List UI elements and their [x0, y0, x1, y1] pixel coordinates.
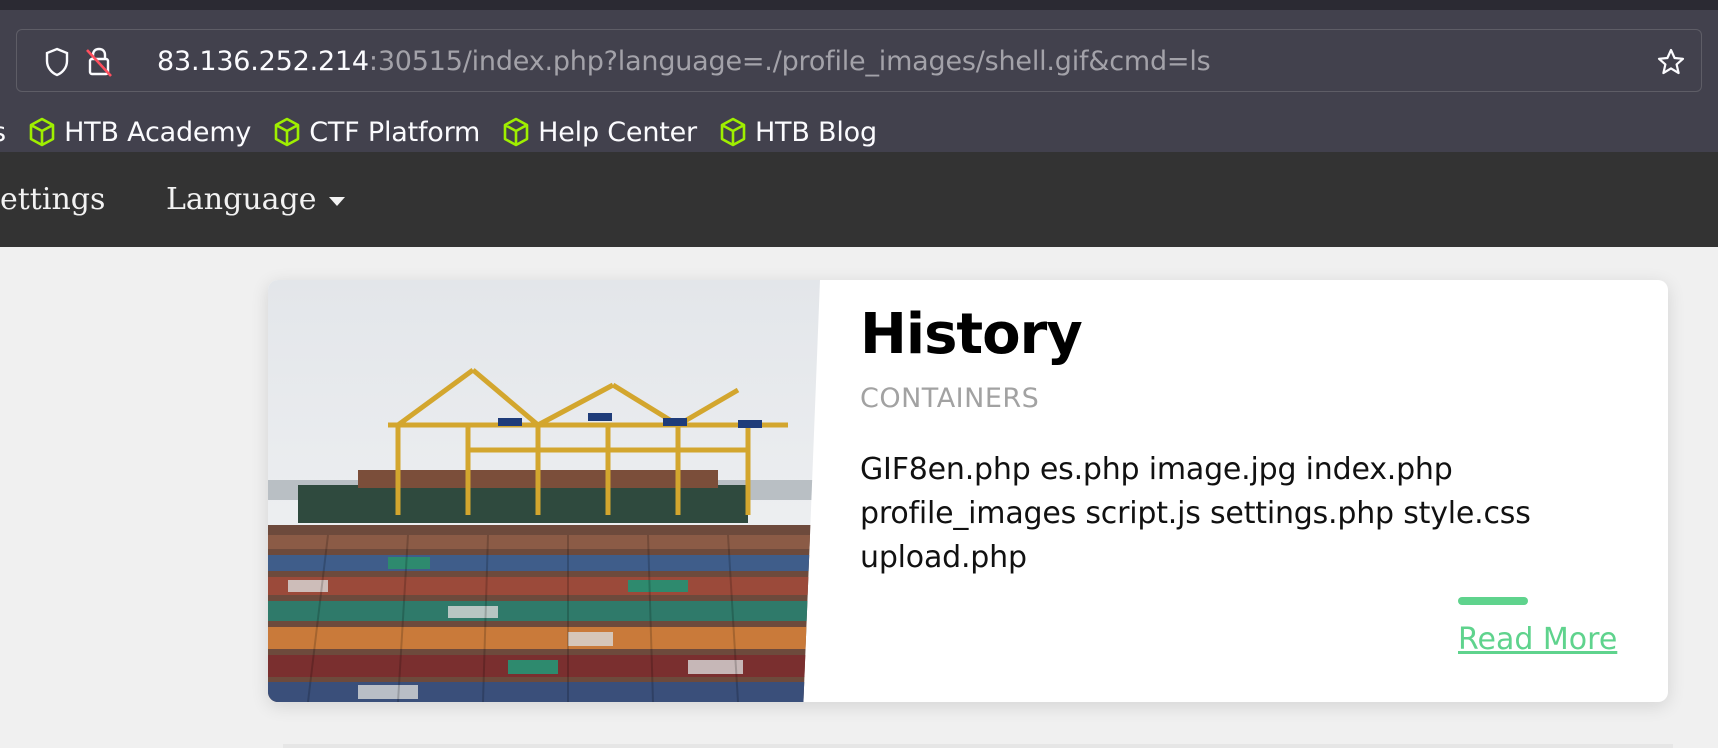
caret-down-icon — [328, 196, 345, 206]
shield-icon[interactable] — [41, 30, 73, 93]
card-subtitle: CONTAINERS — [860, 383, 1040, 414]
port-containers-illustration — [268, 280, 820, 702]
bookmarks-toolbar: s HTB Academy CTF Platform Help Center H… — [0, 106, 1718, 158]
bookmark-label: CTF Platform — [309, 116, 481, 148]
bookmark-label: HTB Blog — [754, 116, 877, 148]
bookmark-help-center[interactable]: Help Center — [502, 117, 697, 148]
card-text: GIF8en.php es.php image.jpg index.php pr… — [860, 452, 1531, 575]
htb-cube-icon — [29, 117, 55, 147]
browser-toolbar: 83.136.252.214:30515/index.php?language=… — [0, 10, 1718, 152]
url-bar[interactable]: 83.136.252.214:30515/index.php?language=… — [16, 29, 1702, 92]
bookmark-star-icon[interactable] — [1653, 30, 1689, 93]
card-image — [268, 280, 820, 702]
bookmark-label: HTB Academy — [64, 116, 252, 148]
nav-language-dropdown[interactable]: Language — [166, 152, 345, 247]
htb-cube-icon — [274, 117, 300, 147]
url-host: 83.136.252.214 — [157, 46, 369, 77]
accent-divider — [1458, 597, 1528, 605]
next-section-edge — [283, 744, 1673, 748]
card-title: History — [860, 302, 1083, 367]
read-more-link[interactable]: Read More — [1458, 622, 1617, 657]
bookmark-label: Help Center — [538, 116, 697, 148]
url-path: :30515/index.php?language=./profile_imag… — [368, 46, 1211, 77]
bookmark-ctf-platform[interactable]: CTF Platform — [273, 117, 480, 148]
bookmark-partial-label[interactable]: s — [0, 117, 6, 148]
url-text[interactable]: 83.136.252.214:30515/index.php?language=… — [157, 30, 1211, 93]
nav-settings-link[interactable]: ettings — [0, 152, 105, 247]
nav-language-label: Language — [166, 182, 317, 217]
site-navbar: ettings Language — [0, 152, 1718, 247]
browser-titlebar — [0, 0, 1718, 10]
bookmark-htb-blog[interactable]: HTB Blog — [719, 117, 877, 148]
htb-cube-icon — [720, 117, 746, 147]
htb-cube-icon — [503, 117, 529, 147]
bookmark-htb-academy[interactable]: HTB Academy — [28, 117, 251, 148]
insecure-lock-icon[interactable] — [81, 30, 117, 93]
